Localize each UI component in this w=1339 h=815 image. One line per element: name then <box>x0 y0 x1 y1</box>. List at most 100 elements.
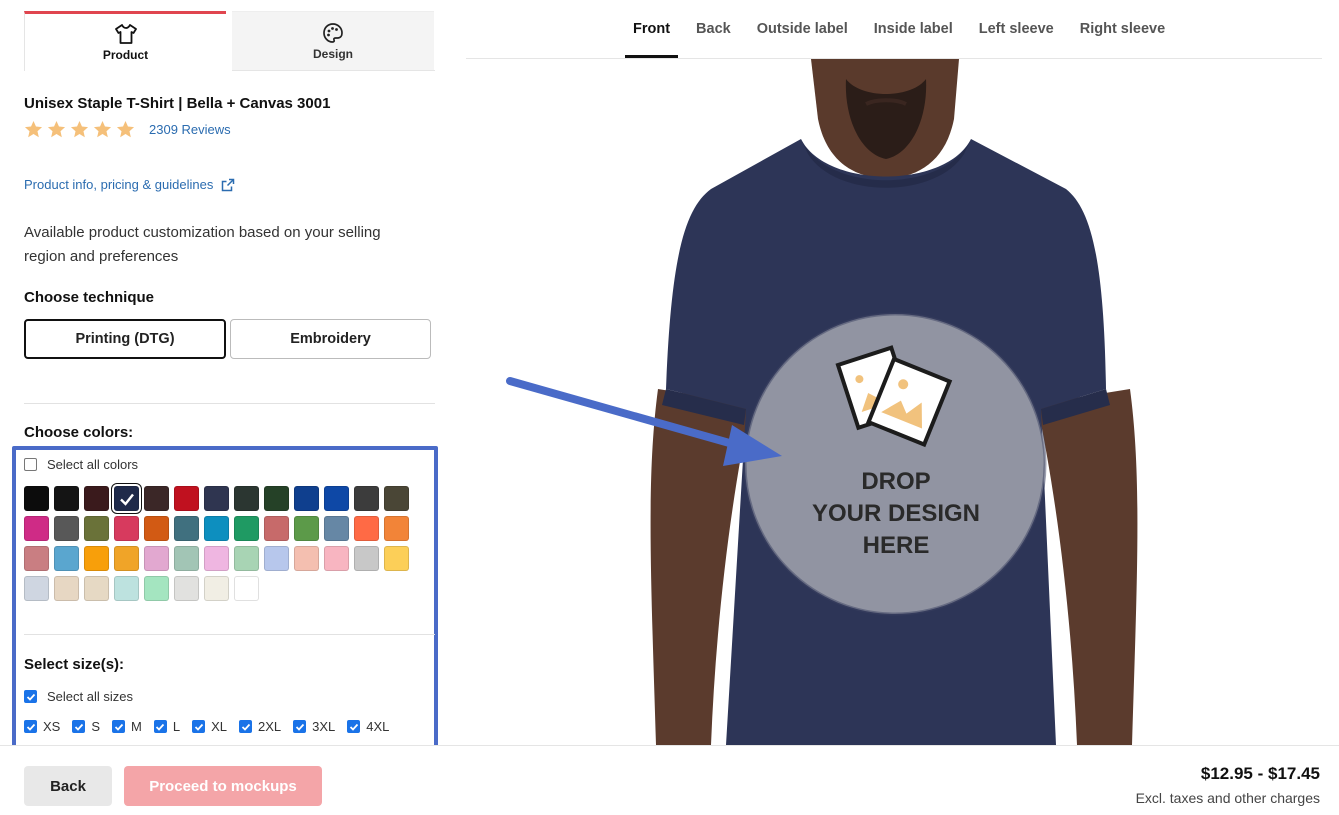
color-swatch[interactable] <box>354 546 379 571</box>
color-swatch[interactable] <box>114 546 139 571</box>
size-checkbox[interactable] <box>153 720 167 733</box>
size-option-xl[interactable]: XL <box>192 719 227 734</box>
size-label: M <box>131 719 142 734</box>
color-swatch[interactable] <box>84 486 109 511</box>
select-all-colors[interactable]: Select all colors <box>24 457 138 472</box>
color-swatch[interactable] <box>294 546 319 571</box>
divider <box>24 634 435 635</box>
color-swatch[interactable] <box>174 486 199 511</box>
color-swatch[interactable] <box>264 546 289 571</box>
size-checkbox[interactable] <box>72 720 86 733</box>
color-swatch[interactable] <box>324 546 349 571</box>
color-swatch[interactable] <box>204 486 229 511</box>
color-swatch[interactable] <box>114 486 139 511</box>
product-rating: 2309 Reviews <box>24 120 231 139</box>
color-swatch[interactable] <box>204 546 229 571</box>
size-option-s[interactable]: S <box>72 719 100 734</box>
proceed-to-mockups-button[interactable]: Proceed to mockups <box>124 766 322 806</box>
color-swatch[interactable] <box>294 516 319 541</box>
color-swatch[interactable] <box>354 516 379 541</box>
color-swatch[interactable] <box>54 516 79 541</box>
product-title: Unisex Staple T-Shirt | Bella + Canvas 3… <box>24 95 331 112</box>
color-swatch[interactable] <box>24 546 49 571</box>
color-swatch[interactable] <box>294 486 319 511</box>
color-swatch[interactable] <box>114 576 139 601</box>
check-icon <box>114 723 123 731</box>
color-swatch[interactable] <box>324 486 349 511</box>
view-tab-front[interactable]: Front <box>620 0 683 58</box>
color-swatch[interactable] <box>384 546 409 571</box>
select-all-sizes-checkbox[interactable] <box>24 690 37 703</box>
tshirt-model-image <box>650 59 1138 745</box>
view-tab-outside-label[interactable]: Outside label <box>744 0 861 58</box>
technique-embroidery-button[interactable]: Embroidery <box>230 319 431 359</box>
color-swatch[interactable] <box>144 516 169 541</box>
tab-product-label: Product <box>102 48 149 62</box>
color-swatch[interactable] <box>264 486 289 511</box>
color-swatch[interactable] <box>234 486 259 511</box>
size-checkbox[interactable] <box>192 720 206 733</box>
color-swatch[interactable] <box>324 516 349 541</box>
back-button[interactable]: Back <box>24 766 112 806</box>
tshirt-icon <box>114 23 137 45</box>
view-tab-left-sleeve[interactable]: Left sleeve <box>966 0 1067 58</box>
color-swatch[interactable] <box>144 576 169 601</box>
size-checkbox[interactable] <box>293 720 307 733</box>
view-tab-inside-label[interactable]: Inside label <box>861 0 966 58</box>
size-option-3xl[interactable]: 3XL <box>293 719 335 734</box>
color-swatch[interactable] <box>84 546 109 571</box>
select-all-colors-label: Select all colors <box>47 457 139 472</box>
color-swatch[interactable] <box>24 576 49 601</box>
view-tab-back[interactable]: Back <box>683 0 744 58</box>
color-swatch[interactable] <box>24 516 49 541</box>
size-option-m[interactable]: M <box>112 719 142 734</box>
color-swatch[interactable] <box>204 516 229 541</box>
color-swatch[interactable] <box>174 576 199 601</box>
check-icon <box>194 723 203 731</box>
color-swatch[interactable] <box>84 576 109 601</box>
availability-text: Available product customization based on… <box>24 224 381 265</box>
color-swatch[interactable] <box>54 486 79 511</box>
color-swatch[interactable] <box>264 516 289 541</box>
color-swatch[interactable] <box>354 486 379 511</box>
size-label: XL <box>211 719 227 734</box>
color-swatch[interactable] <box>384 516 409 541</box>
select-all-colors-checkbox[interactable] <box>24 458 37 471</box>
color-swatch[interactable] <box>204 576 229 601</box>
color-swatch[interactable] <box>84 516 109 541</box>
star-icon <box>24 120 43 138</box>
color-swatch[interactable] <box>384 486 409 511</box>
size-option-2xl[interactable]: 2XL <box>239 719 281 734</box>
technique-dtg-button[interactable]: Printing (DTG) <box>24 319 226 359</box>
color-swatch[interactable] <box>54 576 79 601</box>
size-option-xs[interactable]: XS <box>24 719 60 734</box>
check-icon <box>119 493 134 506</box>
select-all-sizes[interactable]: Select all sizes <box>24 689 133 704</box>
product-info-link-label: Product info, pricing & guidelines <box>24 177 214 192</box>
color-swatch[interactable] <box>174 546 199 571</box>
size-label: L <box>172 719 181 734</box>
color-swatch[interactable] <box>234 576 259 601</box>
color-swatch[interactable] <box>114 516 139 541</box>
size-checkbox[interactable] <box>112 720 126 733</box>
color-swatch[interactable] <box>54 546 79 571</box>
tab-design[interactable]: Design <box>232 11 434 71</box>
color-swatch[interactable] <box>174 516 199 541</box>
color-swatch[interactable] <box>234 546 259 571</box>
size-option-4xl[interactable]: 4XL <box>347 719 389 734</box>
size-label: 2XL <box>258 719 282 734</box>
tab-product[interactable]: Product <box>24 11 226 71</box>
size-option-l[interactable]: L <box>153 719 181 734</box>
product-info-link[interactable]: Product info, pricing & guidelines <box>24 177 235 192</box>
size-checkbox[interactable] <box>24 720 37 733</box>
color-swatch[interactable] <box>234 516 259 541</box>
reviews-link[interactable]: 2309 Reviews <box>149 122 231 137</box>
color-swatch[interactable] <box>144 486 169 511</box>
size-checkbox[interactable] <box>347 720 361 733</box>
color-swatch[interactable] <box>144 546 169 571</box>
view-tab-right-sleeve[interactable]: Right sleeve <box>1067 0 1178 58</box>
size-checkbox[interactable] <box>239 720 252 733</box>
color-swatch[interactable] <box>24 486 49 511</box>
star-icon <box>70 120 89 138</box>
drop-design-zone[interactable]: DROP YOUR DESIGN HERE <box>783 466 1009 562</box>
